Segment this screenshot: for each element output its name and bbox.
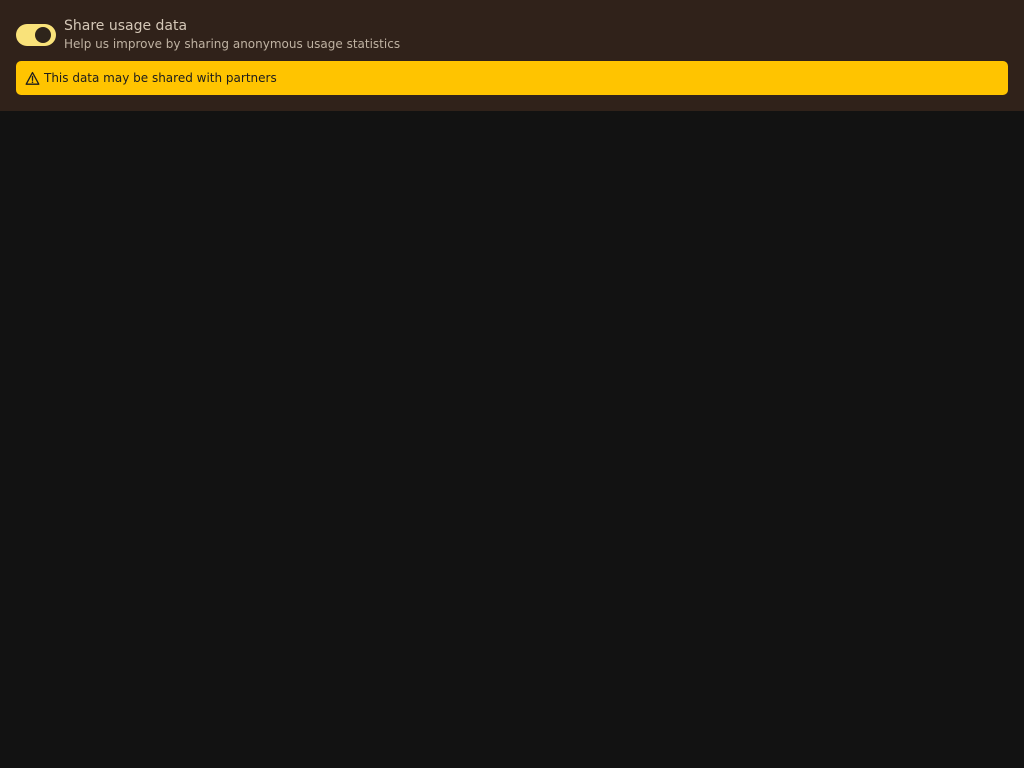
share-usage-toggle[interactable] [16, 24, 56, 46]
partner-sharing-warning: This data may be shared with partners [16, 61, 1008, 95]
warning-text: This data may be shared with partners [44, 71, 277, 85]
share-usage-text: Share usage data Help us improve by shar… [64, 16, 400, 52]
share-usage-description: Help us improve by sharing anonymous usa… [64, 37, 401, 51]
toggle-thumb [35, 27, 51, 43]
share-usage-row: Share usage data Help us improve by shar… [16, 16, 400, 52]
share-usage-title: Share usage data [64, 18, 188, 34]
warning-triangle-icon [25, 71, 40, 86]
settings-panel: Share usage data Help us improve by shar… [0, 0, 1024, 111]
